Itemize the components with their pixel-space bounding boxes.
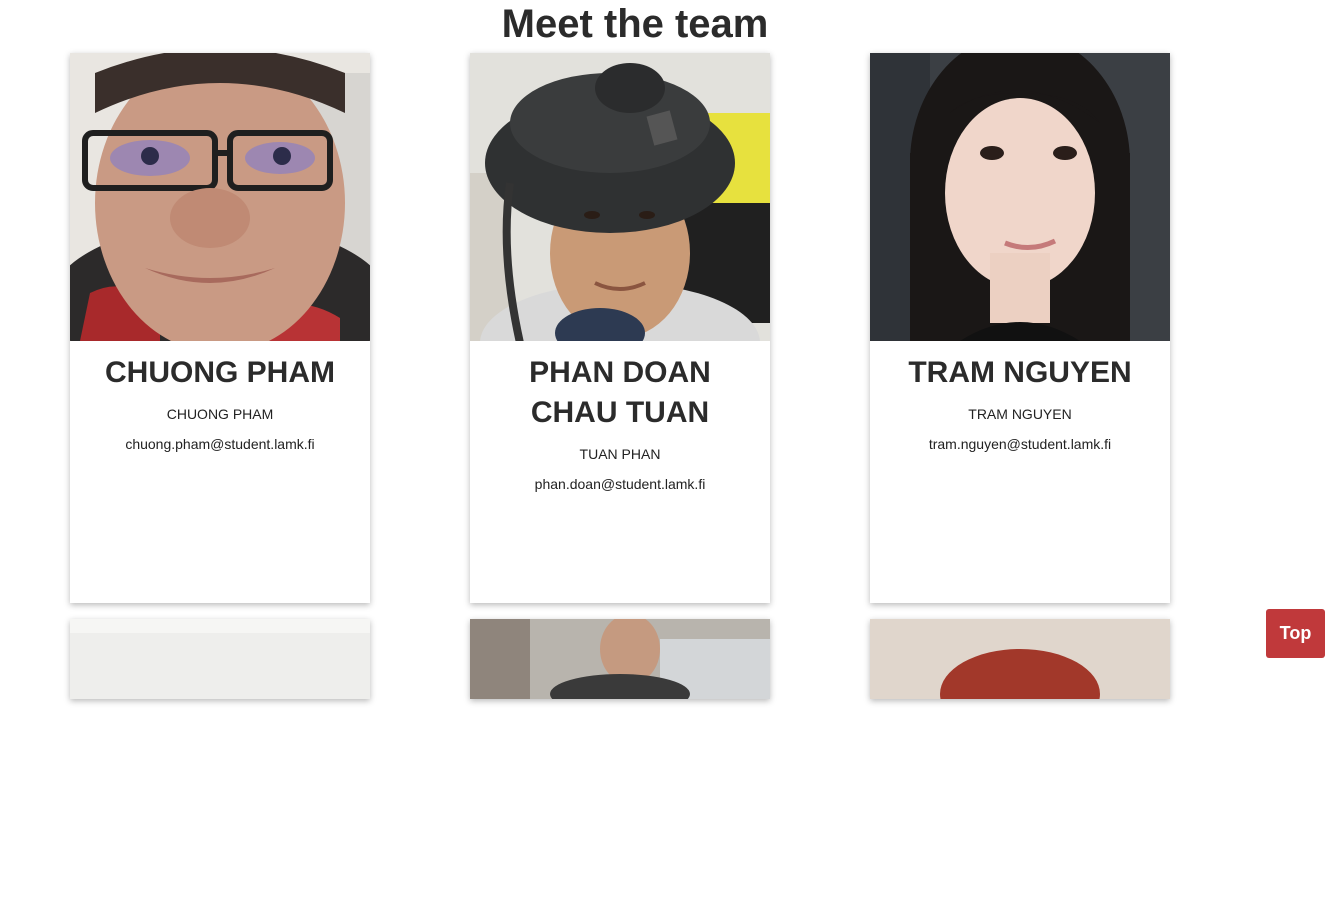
team-member-card: TRAM NGUYEN TRAM NGUYEN tram.nguyen@stud… [870, 53, 1170, 603]
member-email: phan.doan@student.lamk.fi [534, 476, 706, 492]
member-photo [470, 53, 770, 341]
team-member-card: CHUONG PHAM CHUONG PHAM chuong.pham@stud… [70, 53, 370, 603]
team-member-card [70, 619, 370, 699]
team-member-card [470, 619, 770, 699]
member-email: tram.nguyen@student.lamk.fi [928, 436, 1112, 452]
scroll-to-top-button[interactable]: Top [1266, 609, 1325, 658]
member-photo [70, 619, 370, 907]
member-name: TRAM NGUYEN [908, 356, 1132, 389]
member-name: PHAN DOAN CHAU TUAN [529, 356, 711, 429]
member-photo [870, 619, 1170, 907]
member-email: chuong.pham@student.lamk.fi [125, 436, 315, 452]
team-member-card [870, 619, 1170, 699]
member-photo [470, 619, 770, 907]
member-subtitle: CHUONG PHAM [166, 406, 274, 422]
member-name: CHUONG PHAM [105, 356, 335, 389]
team-member-card: PHAN DOAN CHAU TUAN TUAN PHAN phan.doan@… [470, 53, 770, 603]
member-photo [870, 53, 1170, 341]
member-photo [70, 53, 370, 341]
page-title: Meet the team [501, 2, 769, 46]
member-subtitle: TUAN PHAN [579, 446, 661, 462]
member-subtitle: TRAM NGUYEN [968, 406, 1072, 422]
